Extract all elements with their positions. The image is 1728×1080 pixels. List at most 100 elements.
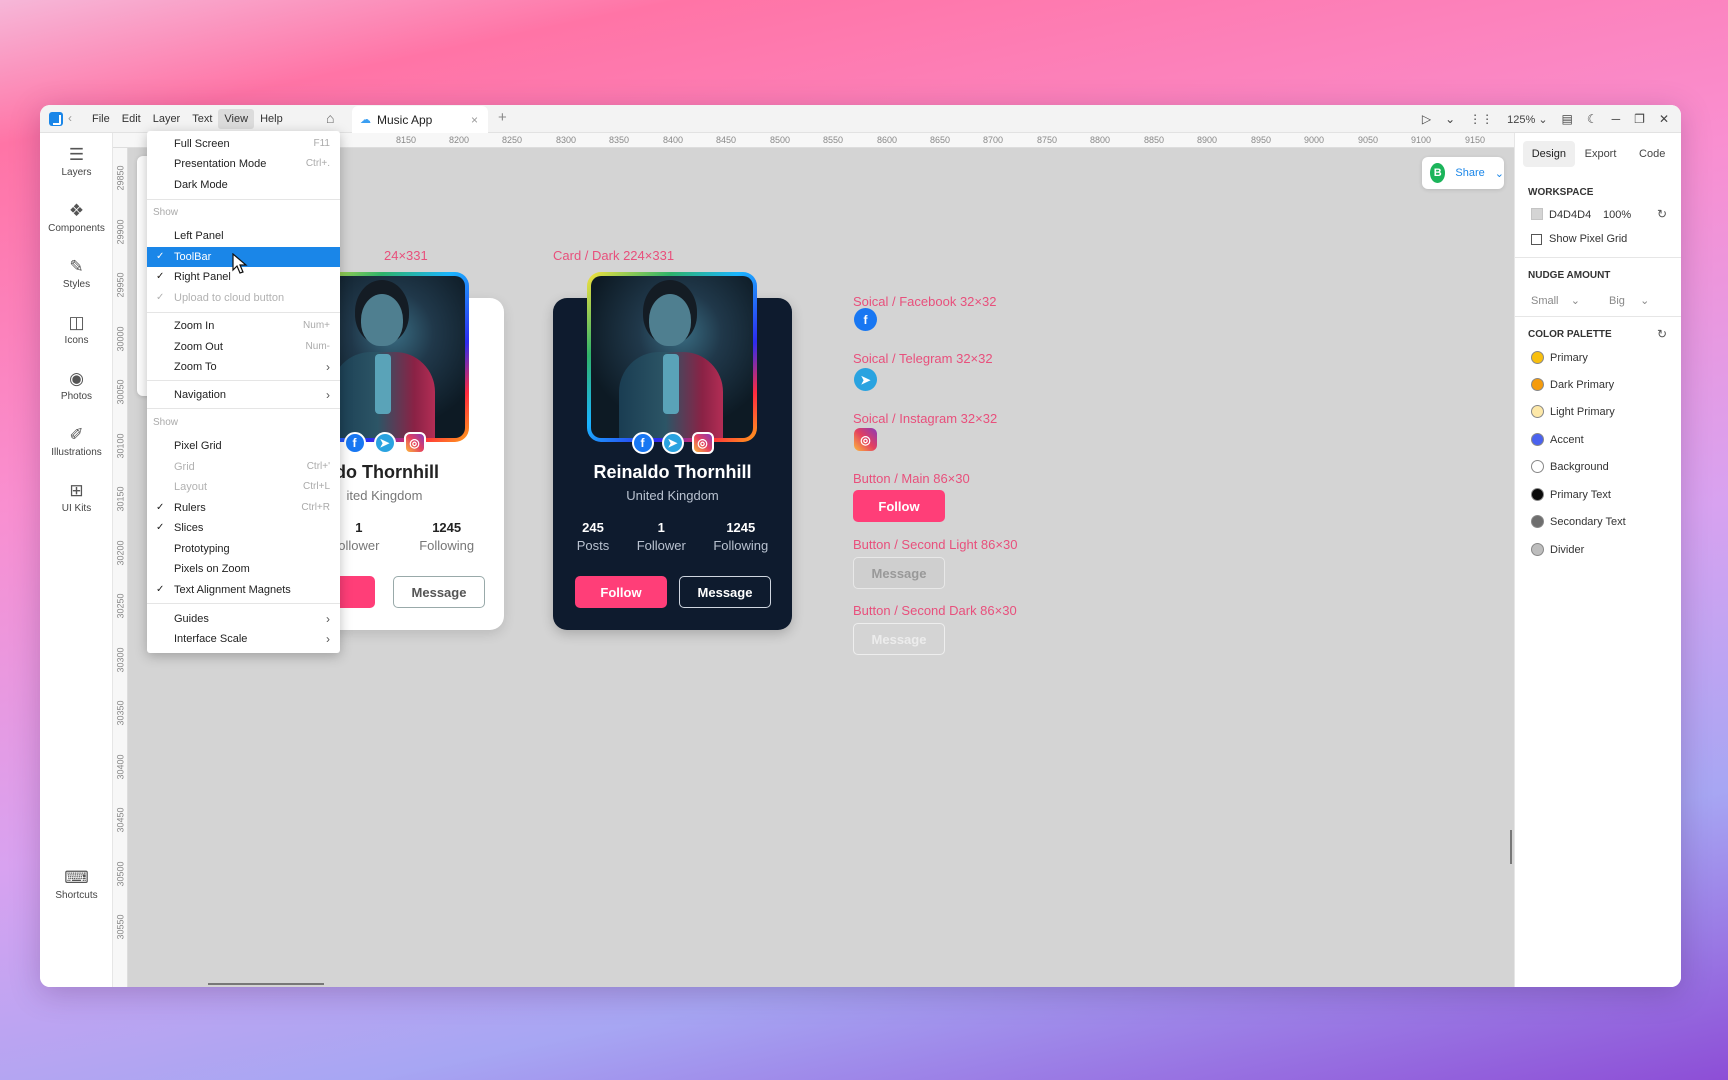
- menu-item-layout[interactable]: Layout Ctrl+L: [147, 477, 340, 497]
- sidebar-item-layers[interactable]: ☰ Layers: [40, 145, 113, 178]
- workspace-color-value[interactable]: D4D4D4: [1549, 209, 1591, 221]
- sidebar-item-photos[interactable]: ◉ Photos: [40, 369, 113, 402]
- message-button-dark[interactable]: Message: [853, 623, 945, 655]
- palette-title: COLOR PALETTE: [1528, 329, 1612, 340]
- palette-item-dark-primary[interactable]: Dark Primary: [1531, 378, 1614, 391]
- ruler-tick: 9050: [1358, 135, 1379, 145]
- sidebar-item-styles[interactable]: ✎ Styles: [40, 257, 113, 290]
- message-button-light[interactable]: Message: [853, 557, 945, 589]
- check-icon: ✓: [156, 251, 165, 262]
- menu-edit[interactable]: Edit: [116, 109, 147, 129]
- menu-item-zoom-out[interactable]: Zoom Out Num-: [147, 337, 340, 357]
- close-tab-icon[interactable]: ×: [471, 113, 478, 127]
- ui-kits-icon: ⊞: [69, 481, 84, 500]
- sidebar-item-components[interactable]: ❖ Components: [40, 201, 113, 234]
- sidebar-item-ui-kits[interactable]: ⊞ UI Kits: [40, 481, 113, 514]
- palette-item-accent[interactable]: Accent: [1531, 433, 1584, 446]
- home-icon[interactable]: ⌂: [326, 110, 342, 126]
- back-chevron-icon[interactable]: ‹: [68, 111, 72, 125]
- play-options-chevron-icon[interactable]: ⌄: [1445, 112, 1455, 126]
- palette-item-secondary-text[interactable]: Secondary Text: [1531, 515, 1626, 528]
- menu-item-guides[interactable]: Guides ›: [147, 609, 340, 629]
- palette-item-background[interactable]: Background: [1531, 460, 1609, 473]
- menu-file[interactable]: File: [86, 109, 116, 129]
- sidebar-item-icons[interactable]: ◫ Icons: [40, 313, 113, 346]
- menu-item-interface-scale[interactable]: Interface Scale ›: [147, 629, 340, 649]
- component-label-button-second-light[interactable]: Button / Second Light 86×30: [853, 537, 1017, 552]
- palette-item-primary[interactable]: Primary: [1531, 351, 1588, 364]
- submenu-arrow-icon: ›: [326, 360, 330, 374]
- follow-button[interactable]: Follow: [575, 576, 667, 608]
- play-icon[interactable]: ▷: [1422, 112, 1431, 126]
- card-dark[interactable]: f ➤ ◎ Reinaldo Thornhill United Kingdom …: [553, 272, 792, 630]
- component-label-instagram[interactable]: Soical / Instagram 32×32: [853, 411, 997, 426]
- frame-label-dark[interactable]: Card / Dark 224×331: [553, 248, 674, 263]
- tab-export[interactable]: Export: [1575, 141, 1627, 167]
- refresh-icon[interactable]: ↻: [1657, 207, 1667, 221]
- pixel-grid-checkbox[interactable]: [1531, 234, 1542, 245]
- nudge-small-select[interactable]: Small ⌄: [1531, 294, 1580, 307]
- ruler-tick: 30050: [115, 379, 126, 405]
- follow-button[interactable]: Follow: [853, 490, 945, 522]
- menu-item-pixels-on-zoom[interactable]: Pixels on Zoom: [147, 559, 340, 579]
- app-logo-icon[interactable]: [49, 112, 63, 126]
- instagram-icon[interactable]: ◎: [854, 428, 877, 451]
- sidebar-item-shortcuts[interactable]: ⌨ Shortcuts: [40, 868, 113, 901]
- vertical-scrollbar[interactable]: [1510, 830, 1512, 864]
- menu-item-full-screen[interactable]: Full Screen F11: [147, 134, 340, 154]
- tab-design[interactable]: Design: [1523, 141, 1575, 167]
- grid-apps-icon[interactable]: ⋮⋮: [1469, 112, 1493, 126]
- tab-code[interactable]: Code: [1626, 141, 1678, 167]
- component-label-telegram[interactable]: Soical / Telegram 32×32: [853, 351, 993, 366]
- menu-item-grid[interactable]: Grid Ctrl+': [147, 457, 340, 477]
- ruler-tick: 30300: [115, 647, 126, 673]
- ruler-tick: 8600: [877, 135, 898, 145]
- zoom-level[interactable]: 125% ⌄: [1507, 113, 1547, 126]
- comments-icon[interactable]: ▤: [1562, 112, 1573, 126]
- tab-title: Music App: [377, 112, 433, 127]
- close-window-icon[interactable]: ✕: [1659, 112, 1669, 126]
- menu-item-rulers[interactable]: ✓ Rulers Ctrl+R: [147, 498, 340, 518]
- palette-item-divider[interactable]: Divider: [1531, 543, 1584, 556]
- menu-item-prototyping[interactable]: Prototyping: [147, 539, 340, 559]
- right-panel: Design Export Code WORKSPACE D4D4D4 100%…: [1514, 133, 1681, 987]
- share-button[interactable]: B Share ⌄: [1422, 157, 1504, 189]
- component-label-button-second-dark[interactable]: Button / Second Dark 86×30: [853, 603, 1017, 618]
- component-label-button-main[interactable]: Button / Main 86×30: [853, 471, 970, 486]
- menu-item-zoom-to[interactable]: Zoom To ›: [147, 357, 340, 377]
- palette-item-light-primary[interactable]: Light Primary: [1531, 405, 1615, 418]
- restore-icon[interactable]: ❐: [1634, 112, 1645, 126]
- facebook-icon[interactable]: f: [854, 308, 877, 331]
- add-tab-icon[interactable]: +: [498, 109, 507, 126]
- menu-item-presentation-mode[interactable]: Presentation Mode Ctrl+.: [147, 154, 340, 174]
- component-label-facebook[interactable]: Soical / Facebook 32×32: [853, 294, 996, 309]
- message-button[interactable]: Message: [679, 576, 771, 608]
- workspace-color-swatch[interactable]: [1531, 208, 1543, 220]
- sidebar-item-illustrations[interactable]: ✐ Illustrations: [40, 425, 113, 458]
- sidebar-item-label: Shortcuts: [55, 890, 98, 901]
- menu-item-dark-mode[interactable]: Dark Mode: [147, 175, 340, 195]
- refresh-icon[interactable]: ↻: [1657, 327, 1667, 341]
- menu-item-text-alignment-magnets[interactable]: ✓ Text Alignment Magnets: [147, 580, 340, 600]
- horizontal-scrollbar[interactable]: [208, 983, 324, 985]
- palette-item-primary-text[interactable]: Primary Text: [1531, 488, 1611, 501]
- menu-item-left-panel[interactable]: Left Panel: [147, 226, 340, 246]
- menu-view[interactable]: View: [218, 109, 255, 129]
- menu-item-upload-cloud[interactable]: ✓ Upload to cloud button: [147, 288, 340, 308]
- menu-item-slices[interactable]: ✓ Slices: [147, 518, 340, 538]
- styles-icon: ✎: [69, 257, 84, 276]
- workspace-opacity[interactable]: 100%: [1603, 209, 1631, 221]
- minimize-icon[interactable]: ─: [1612, 112, 1621, 126]
- menu-item-zoom-in[interactable]: Zoom In Num+: [147, 316, 340, 336]
- menu-help[interactable]: Help: [254, 109, 289, 129]
- frame-label-light[interactable]: 24×331: [384, 248, 428, 263]
- dark-mode-moon-icon[interactable]: ☾: [1587, 112, 1598, 126]
- menu-item-navigation[interactable]: Navigation ›: [147, 385, 340, 405]
- menu-layer[interactable]: Layer: [147, 109, 187, 129]
- nudge-big-select[interactable]: Big ⌄: [1609, 294, 1649, 307]
- document-tab[interactable]: ☁ Music App ×: [352, 106, 488, 133]
- telegram-icon[interactable]: ➤: [854, 368, 877, 391]
- menu-item-pixel-grid[interactable]: Pixel Grid: [147, 436, 340, 456]
- message-button[interactable]: Message: [393, 576, 485, 608]
- menu-text[interactable]: Text: [186, 109, 218, 129]
